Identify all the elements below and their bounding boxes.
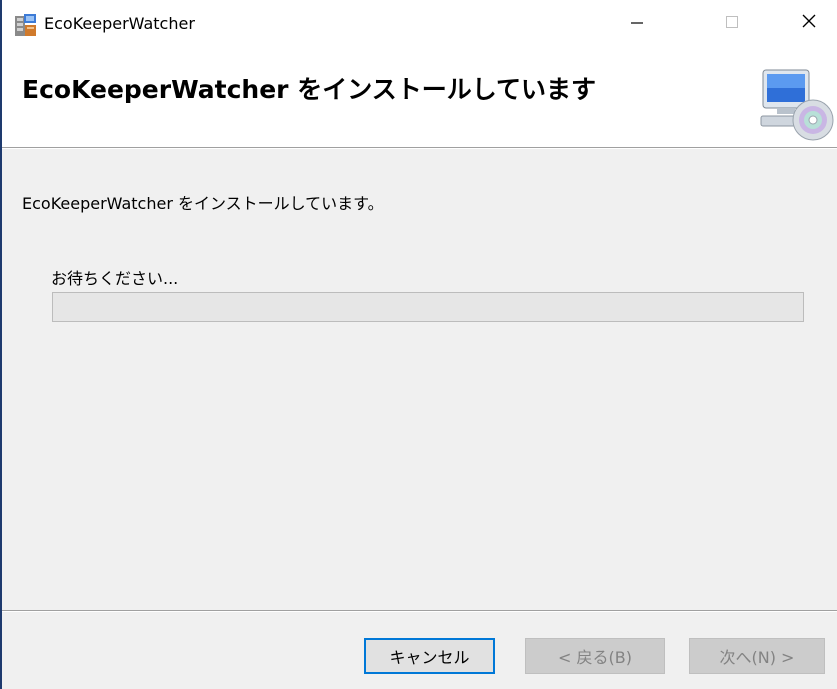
progress-bar [52, 292, 804, 322]
back-button[interactable]: < 戻る(B) [525, 638, 665, 674]
minimize-button[interactable] [607, 0, 667, 46]
computer-cd-icon [757, 68, 837, 142]
installer-window: EcoKeeperWatcher EcoKeeperWatcher をインストー… [0, 0, 837, 689]
footer-divider-highlight [2, 611, 837, 612]
close-button[interactable] [779, 0, 837, 46]
header-title: EcoKeeperWatcher をインストールしています [22, 75, 596, 104]
wait-label: お待ちください... [51, 269, 179, 288]
next-button[interactable]: 次へ(N) > [689, 638, 825, 674]
minimize-icon [630, 14, 644, 33]
close-icon [801, 13, 817, 33]
maximize-icon [725, 14, 739, 33]
maximize-button[interactable] [702, 0, 762, 46]
cancel-button[interactable]: キャンセル [364, 638, 495, 674]
header-divider-highlight [2, 148, 837, 149]
install-status-text: EcoKeeperWatcher をインストールしています。 [22, 194, 384, 213]
window-title: EcoKeeperWatcher [44, 14, 195, 33]
installer-package-icon [12, 12, 38, 38]
header-banner: EcoKeeperWatcher をインストールしています [2, 52, 837, 147]
title-bar[interactable]: EcoKeeperWatcher [2, 0, 837, 52]
